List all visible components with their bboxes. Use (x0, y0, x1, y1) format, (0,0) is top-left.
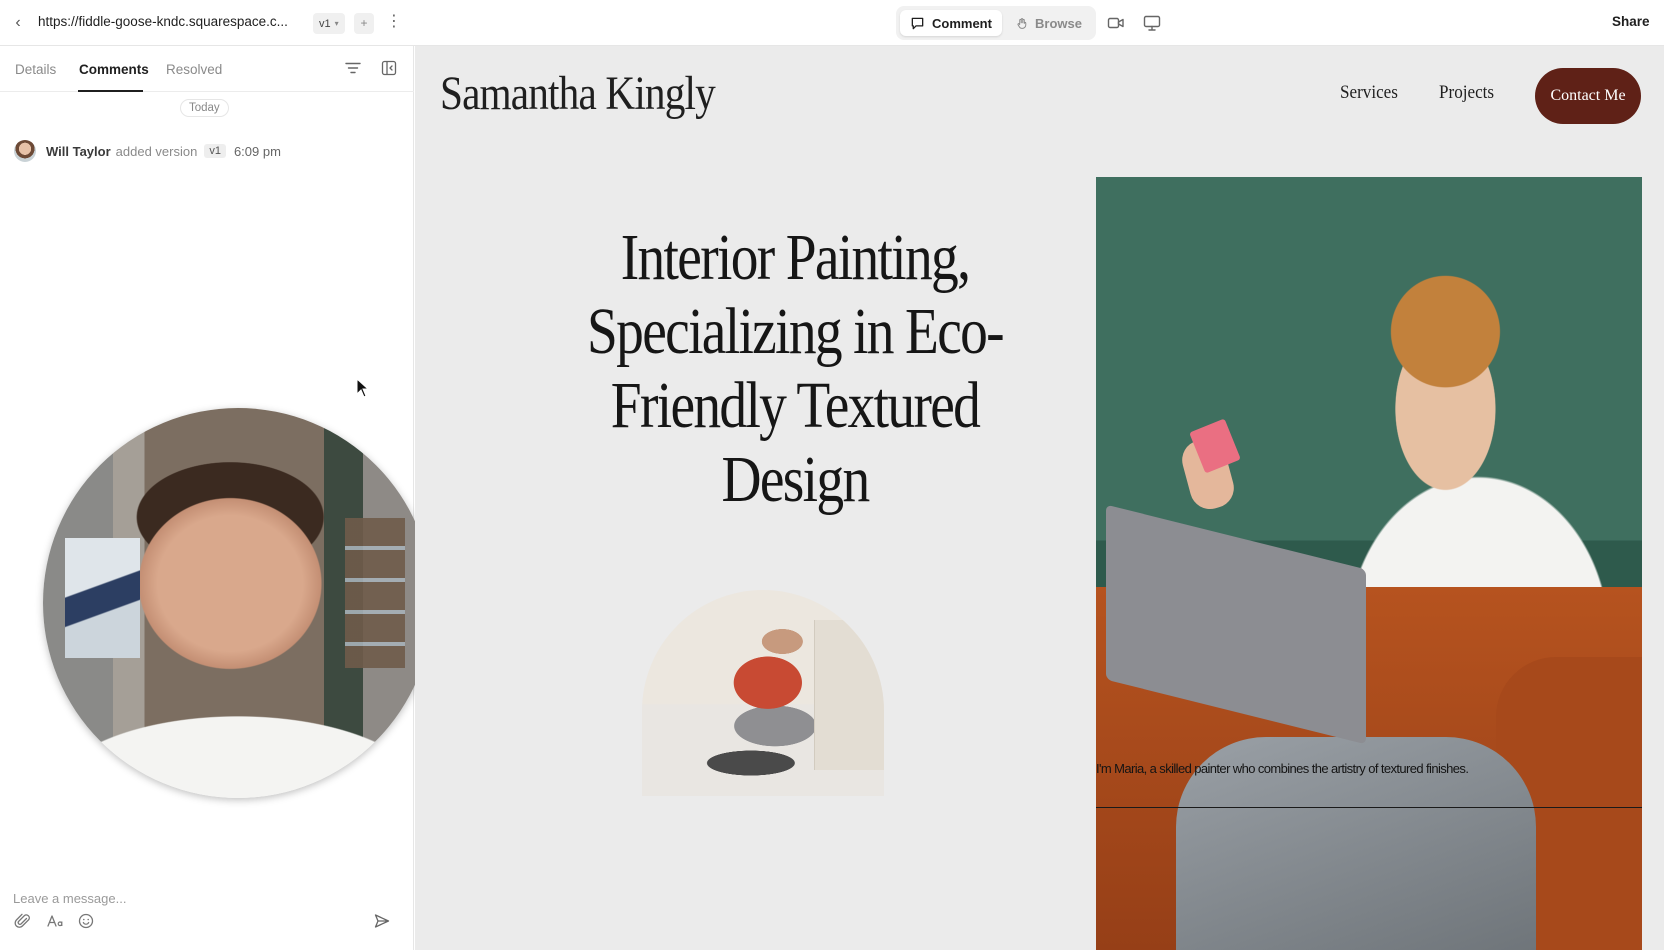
browse-mode-label: Browse (1035, 15, 1082, 31)
hero-heading: Interior Painting, Specializing in Eco- … (545, 221, 1045, 517)
video-camera-icon (1107, 17, 1124, 29)
back-button[interactable]: ‹ (10, 13, 26, 33)
filter-icon (345, 62, 361, 74)
sidebar-collapse-icon (381, 60, 397, 76)
activity-version-badge[interactable]: v1 (204, 144, 226, 158)
add-version-button[interactable]: + (354, 13, 374, 34)
browse-mode-button[interactable]: Browse (1006, 10, 1092, 36)
site-title[interactable]: Samantha Kingly (440, 66, 716, 121)
tab-resolved[interactable]: Resolved (166, 62, 222, 77)
comment-icon (911, 17, 924, 29)
monitor-icon (1143, 15, 1161, 31)
hero-line: Interior Painting, (620, 221, 971, 294)
attach-button[interactable] (14, 912, 32, 930)
contact-me-button[interactable]: Contact Me (1535, 68, 1641, 124)
website-preview[interactable]: Samantha Kingly Services Projects Contac… (415, 46, 1664, 950)
filter-button[interactable] (344, 60, 362, 76)
comments-panel: Details Comments Resolved Today Will Tay… (0, 46, 433, 950)
emoji-button[interactable] (77, 912, 95, 930)
emoji-icon (78, 913, 94, 929)
hero-line: Friendly Textured (610, 369, 981, 442)
activity-author: Will Taylor (46, 143, 111, 159)
painter-portrait-image: I'm Maria, a skilled painter who combine… (1096, 177, 1642, 950)
arch-image-door (814, 620, 884, 770)
activity-time: 6:09 pm (233, 143, 281, 159)
comment-mode-button[interactable]: Comment (900, 10, 1002, 36)
comment-mode-label: Comment (932, 15, 992, 31)
nav-services[interactable]: Services (1340, 82, 1398, 104)
mode-toggle: Comment Browse (896, 6, 1096, 40)
activity-verb: added version (115, 143, 198, 159)
nav-projects[interactable]: Projects (1439, 82, 1494, 104)
text-format-button[interactable] (46, 912, 64, 930)
send-button[interactable] (373, 912, 391, 930)
painter-arch-image (642, 590, 884, 796)
chevron-down-icon: ▾ (334, 19, 339, 28)
collapse-panel-button[interactable] (380, 59, 398, 77)
tab-details[interactable]: Details (15, 62, 56, 77)
send-icon (374, 914, 390, 928)
intro-caption: I'm Maria, a skilled painter who combine… (1096, 761, 1469, 776)
webcam-background-painting (65, 538, 140, 658)
more-options-button[interactable]: ⋮ (386, 12, 402, 32)
active-tab-indicator (78, 90, 143, 92)
avatar (14, 140, 36, 162)
mouse-cursor-icon (356, 378, 370, 398)
tab-comments[interactable]: Comments (79, 62, 149, 77)
caption-divider (1096, 807, 1642, 808)
device-preview-button[interactable] (1142, 13, 1162, 33)
webcam-background-shelf (345, 518, 405, 668)
hand-icon (1017, 17, 1027, 29)
version-selector[interactable]: v1 ▾ (313, 13, 345, 34)
hero-line: Specializing in Eco- (587, 295, 1005, 368)
hero-line: Design (721, 443, 871, 516)
message-input[interactable] (13, 889, 393, 907)
date-divider: Today (180, 99, 229, 117)
text-format-icon (47, 915, 63, 927)
share-button[interactable]: Share (1612, 14, 1650, 29)
page-url[interactable]: https://fiddle-goose-kndc.squarespace.c.… (38, 14, 288, 29)
activity-item: Will Taylor added version v1 6:09 pm (14, 139, 281, 163)
panel-tabs: Details Comments Resolved (0, 46, 414, 92)
version-label: v1 (319, 17, 331, 30)
record-video-button[interactable] (1106, 13, 1126, 33)
top-bar: ‹ https://fiddle-goose-kndc.squarespace.… (0, 0, 1664, 46)
paperclip-icon (14, 913, 30, 928)
webcam-bubble[interactable] (43, 408, 433, 798)
